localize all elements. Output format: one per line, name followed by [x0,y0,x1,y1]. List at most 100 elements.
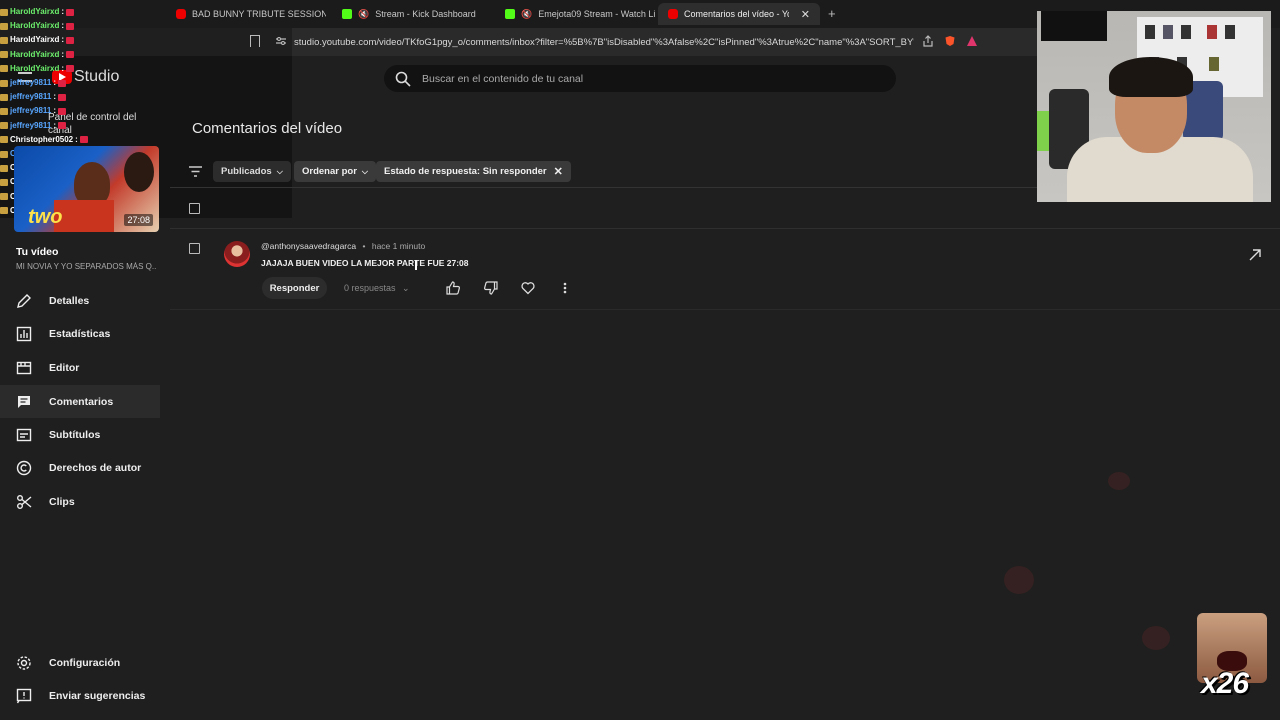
video-thumbnail[interactable]: two 27:08 [14,146,159,232]
chat-message: HaroldYairxd: [0,62,90,76]
chat-badge-icon [0,37,8,44]
mute-icon: 🔇 [358,8,370,19]
filter-icon[interactable] [189,166,202,177]
thumbnail-text: two [28,206,63,228]
address-bar: studio.youtube.com/video/TKfoG1pgy_o/com… [292,28,1037,56]
text-cursor [415,260,417,270]
chat-message: HaroldYairxd: [0,5,90,19]
youtube-icon [176,9,186,19]
comment-text: JAJAJA BUEN VIDEO LA MEJOR PARTE FUE 27:… [261,258,469,268]
chat-badge-icon [0,207,8,215]
kick-icon [505,9,515,19]
subtitles-icon [16,428,32,441]
chat-badge-icon [0,79,8,87]
sidebar-item-editor[interactable]: Editor [0,351,160,384]
heart-icon[interactable] [521,281,535,295]
chat-emote-icon [79,136,88,144]
chat-message: HaroldYairxd: [0,48,90,62]
send-feedback-link[interactable]: Enviar sugerencias [16,688,145,704]
sidebar-item-analytics[interactable]: Estadísticas [0,317,160,350]
chat-username: HaroldYairxd [10,63,60,73]
share-icon[interactable] [922,35,934,47]
chevron-down-icon: ⌵ [276,166,283,176]
reply-button[interactable]: Responder [262,277,327,299]
sort-by-chip[interactable]: Ordenar por ⌵ [294,161,376,182]
divider [170,309,1280,310]
published-filter-chip[interactable]: Publicados ⌵ [213,161,291,182]
remove-filter-icon[interactable]: ✕ [554,165,563,178]
channel-search-input[interactable]: Buscar en el contenido de tu canal [384,65,896,92]
feedback-icon [16,688,32,704]
emote-combo-overlay: x26 [1197,613,1267,703]
chat-username: jeffrey9811 [10,106,52,116]
avatar[interactable] [224,241,250,267]
sidebar-item-comments[interactable]: Comentarios [0,385,160,418]
comment-checkbox[interactable] [189,243,200,254]
replies-toggle[interactable]: 0 respuestas ⌄ [344,283,410,294]
chat-badge-icon [0,108,8,116]
chat-emote-icon [66,65,75,73]
comment-time: hace 1 minuto [371,241,426,251]
chat-username: jeffrey9811 [10,92,52,102]
chevron-down-icon: ⌄ [402,283,410,293]
url-field[interactable]: studio.youtube.com/video/TKfoG1pgy_o/com… [292,31,992,53]
open-in-new-icon[interactable] [1249,249,1261,261]
chat-emote-icon [66,51,75,59]
browser-tab[interactable]: 🔇 Emejota09 Stream - Watch Live o [495,4,655,24]
chat-username: HaroldYairxd [10,7,60,16]
chat-emote-icon [58,108,67,116]
chat-badge-icon [0,8,8,16]
more-options-icon[interactable] [562,281,568,295]
chat-message: Christopher0502: [0,133,90,147]
select-all-checkbox[interactable] [189,203,200,214]
video-duration: 27:08 [124,214,153,226]
thumbs-down-icon[interactable] [484,281,498,295]
bookmark-icon[interactable] [250,35,260,47]
brave-shield-icon[interactable] [944,35,956,47]
pencil-icon [17,293,31,308]
browser-tab[interactable]: 🔇 Stream - Kick Dashboard [332,4,492,24]
browser-tab-active[interactable]: Comentarios del vídeo - YouTub ✕ [658,3,820,25]
divider [170,187,1037,188]
floating-emote [1142,626,1170,650]
chat-badge-icon [0,164,8,172]
response-state-chip[interactable]: Estado de respuesta: Sin responder ✕ [376,161,571,182]
sidebar-item-clips[interactable]: Clips [0,485,160,518]
chat-emote-icon [58,93,67,101]
video-title: MI NOVIA Y YO SEPARADOS MÁS Q... [16,262,156,271]
chat-badge-icon [0,122,8,130]
chat-badge-icon [0,150,8,158]
chat-badge-icon [0,65,8,73]
chevron-down-icon: ⌵ [361,166,368,176]
browser-tab[interactable]: BAD BUNNY TRIBUTE SESSION | DtM [166,4,326,24]
close-tab-icon[interactable]: ✕ [801,8,810,21]
webcam-overlay [1037,11,1271,202]
chat-username: HaroldYairxd [10,35,60,45]
your-video-heading: Tu vídeo [16,246,59,258]
chat-message: jeffrey9811: [0,104,90,118]
copyright-icon [16,460,32,475]
sidebar-item-details[interactable]: Detalles [0,284,160,317]
chat-message: jeffrey9811: [0,76,90,90]
sidebar-item-copyright[interactable]: Derechos de autor [0,451,160,484]
scissors-icon [17,494,32,509]
chat-username: HaroldYairxd [10,49,60,59]
brave-rewards-icon[interactable] [966,35,978,47]
site-settings-icon[interactable] [276,36,286,46]
chat-emote-icon [58,79,67,87]
thumbs-up-icon[interactable] [446,281,460,295]
emote-count: x26 [1201,667,1249,700]
chat-badge-icon [0,51,8,59]
divider [170,228,1280,229]
chat-badge-icon [0,93,8,101]
gear-icon [17,656,31,670]
settings-link[interactable]: Configuración [16,655,120,671]
chat-emote-icon [66,37,75,44]
analytics-icon [16,326,32,341]
youtube-icon [668,9,678,19]
editor-icon [16,361,32,374]
sidebar-item-subtitles[interactable]: Subtítulos [0,418,160,451]
new-tab-button[interactable]: + [828,6,836,21]
chat-message: jeffrey9811: [0,119,90,133]
chat-username: HaroldYairxd [10,21,60,31]
